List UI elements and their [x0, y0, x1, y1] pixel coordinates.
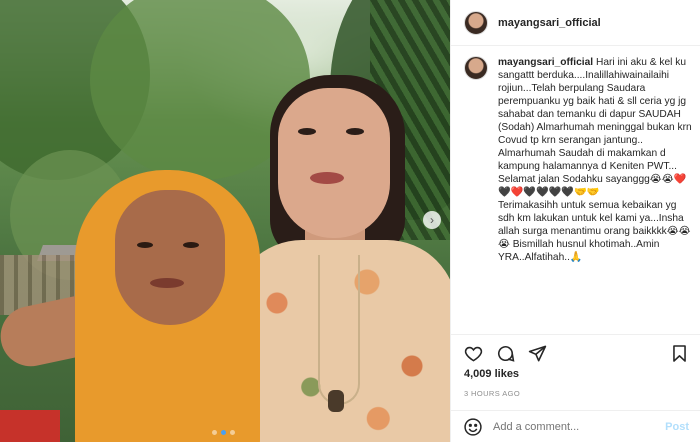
caption-row: mayangsari_official Hari ini aku & kel k…: [464, 56, 693, 264]
comment-bar: Post: [451, 410, 700, 442]
post-header: mayangsari_official: [451, 0, 700, 46]
post-timestamp[interactable]: 3 HOURS AGO: [464, 389, 520, 398]
carousel-dot: [212, 430, 217, 435]
avatar[interactable]: [464, 10, 488, 35]
caption-username[interactable]: mayangsari_official: [498, 57, 593, 68]
caption-scroll-area[interactable]: mayangsari_official Hari ini aku & kel k…: [451, 56, 700, 334]
heart-icon[interactable]: [463, 344, 483, 364]
person-left-mouth: [150, 278, 184, 288]
smile-icon[interactable]: [463, 417, 483, 437]
caption-text: Hari ini aku & kel ku sangattt berduka..…: [498, 57, 692, 263]
bookmark-icon[interactable]: [669, 344, 689, 364]
person-right-eye: [298, 128, 316, 135]
person-left-face: [115, 190, 225, 325]
person-right-face: [278, 88, 390, 238]
person-right-necklace: [318, 255, 360, 405]
comment-input[interactable]: [493, 420, 653, 433]
likes-count[interactable]: 4,009 likes: [464, 368, 519, 380]
red-cloth: [0, 410, 60, 442]
post-side-panel: mayangsari_official mayangsari_official …: [450, 0, 700, 442]
post-comment-button[interactable]: Post: [665, 421, 689, 433]
carousel-dots: [212, 430, 235, 435]
caption: mayangsari_official Hari ini aku & kel k…: [498, 56, 693, 264]
comment-icon[interactable]: [495, 344, 515, 364]
person-right-pendant: [328, 390, 344, 412]
person-right-mouth: [310, 172, 344, 184]
chevron-right-icon: ›: [430, 213, 434, 227]
header-username[interactable]: mayangsari_official: [498, 17, 601, 29]
person-right-eye: [346, 128, 364, 135]
avatar[interactable]: [464, 56, 488, 80]
carousel-dot: [230, 430, 235, 435]
action-bar: [451, 334, 700, 372]
carousel-dot-active: [221, 430, 226, 435]
person-left-eye: [183, 242, 199, 248]
person-left-eye: [137, 242, 153, 248]
carousel-next-button[interactable]: ›: [423, 211, 441, 229]
share-icon[interactable]: [527, 344, 547, 364]
post-photo[interactable]: ›: [0, 0, 450, 442]
